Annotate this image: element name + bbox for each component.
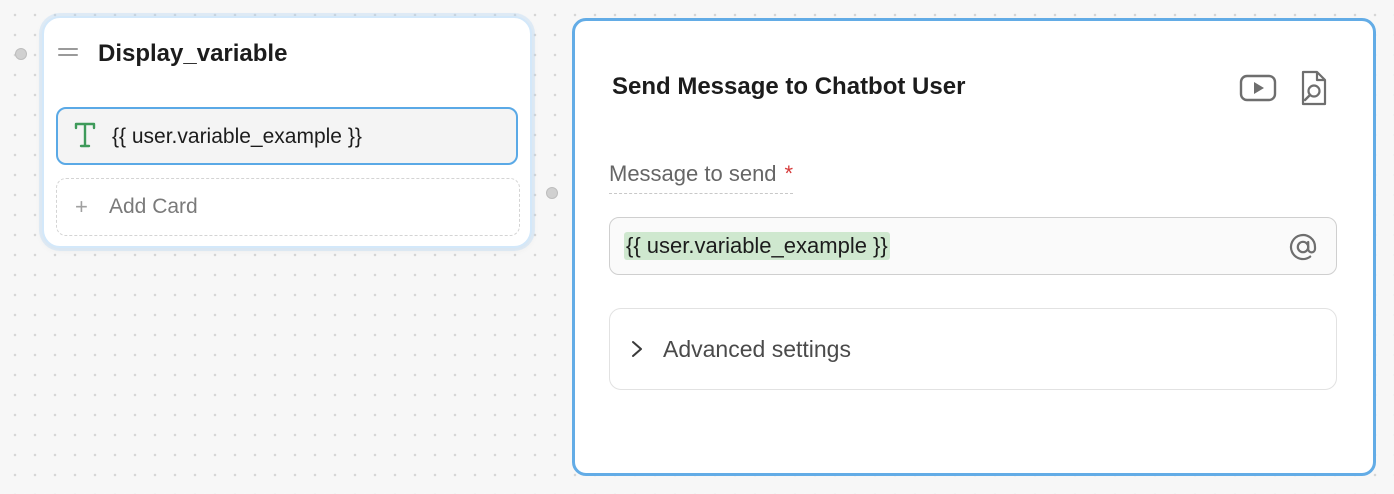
message-value: {{ user.variable_example }} [624, 232, 890, 260]
field-label-text: Message to send [609, 161, 777, 186]
node-title: Display_variable [98, 40, 288, 67]
card-text: {{ user.variable_example }} [112, 125, 362, 148]
plus-icon: + [75, 194, 88, 219]
text-type-icon [74, 122, 96, 148]
document-search-icon[interactable] [1297, 69, 1331, 107]
display-variable-node[interactable]: Display_variable {{ user.variable_exampl… [42, 16, 532, 248]
panel-title: Send Message to Chatbot User [612, 73, 966, 100]
drag-handle-icon[interactable] [58, 48, 78, 60]
video-play-icon[interactable] [1239, 73, 1277, 103]
add-card-button[interactable]: + Add Card [56, 178, 520, 236]
send-message-panel: Send Message to Chatbot User Message to … [572, 18, 1376, 476]
chevron-right-icon [632, 341, 642, 357]
variable-card[interactable]: {{ user.variable_example }} [56, 107, 518, 165]
node-left-handle[interactable] [15, 48, 27, 60]
node-right-handle[interactable] [546, 187, 558, 199]
at-sign-icon[interactable] [1288, 232, 1318, 262]
advanced-settings-label: Advanced settings [663, 336, 851, 362]
add-card-label: Add Card [109, 195, 198, 218]
advanced-settings-toggle[interactable]: Advanced settings [609, 308, 1337, 390]
required-mark: * [784, 161, 794, 186]
message-input[interactable]: {{ user.variable_example }} [609, 217, 1337, 275]
node-header: Display_variable [44, 18, 530, 94]
message-field-label: Message to send * [609, 161, 794, 194]
